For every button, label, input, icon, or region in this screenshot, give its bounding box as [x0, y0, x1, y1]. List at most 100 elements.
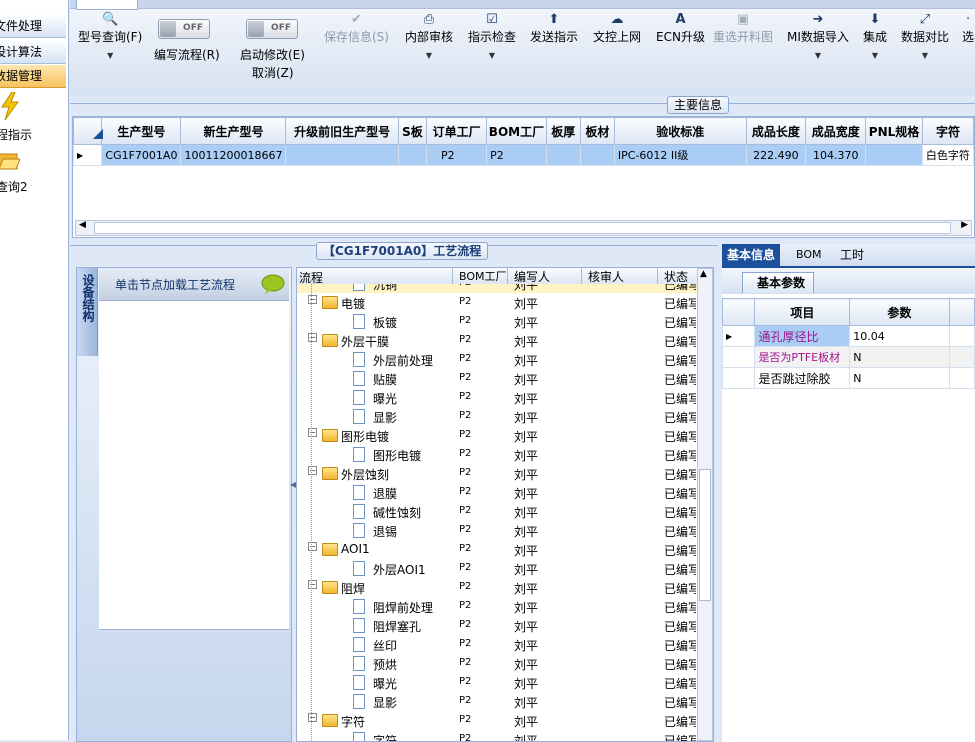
tree-row[interactable]: 图形电镀 P2 刘平 已编写: [297, 445, 697, 464]
tree-row[interactable]: 丝印 P2 刘平 已编写: [297, 635, 697, 654]
tree-vertical-scrollbar[interactable]: ▲: [697, 268, 713, 741]
dropdown-arrow-icon[interactable]: ▼: [787, 51, 849, 60]
param-item[interactable]: 是否为PTFE板材: [754, 346, 851, 368]
collapse-toggle-icon[interactable]: −: [308, 428, 317, 437]
param-item[interactable]: 是否跳过除胶: [754, 367, 851, 389]
dropdown-arrow-icon[interactable]: ▼: [78, 51, 142, 60]
column-header[interactable]: BOM工厂: [452, 268, 507, 284]
column-header[interactable]: 成品宽度: [805, 117, 867, 145]
scrollbar-thumb[interactable]: [699, 469, 711, 601]
table-cell[interactable]: 10011200018667: [180, 144, 287, 166]
table-cell[interactable]: P2: [486, 144, 547, 166]
dropdown-arrow-icon[interactable]: ▼: [468, 51, 516, 60]
reselect-cutting-map-button[interactable]: ▣ 重选开料图: [713, 12, 773, 45]
internal-review-button[interactable]: ⎙ 内部审核 ▼: [405, 12, 453, 60]
row-pointer[interactable]: [721, 367, 756, 389]
column-header[interactable]: 新生产型号: [180, 117, 287, 145]
column-header[interactable]: PNL规格: [865, 117, 923, 145]
table-row[interactable]: ▶ 通孔厚径比 10.04: [721, 325, 975, 347]
column-header[interactable]: 参数: [849, 298, 950, 326]
column-header[interactable]: 板材: [579, 117, 615, 145]
nav-group-design[interactable]: 设计算法: [0, 41, 66, 64]
collapse-toggle-icon[interactable]: −: [308, 713, 317, 722]
tree-row[interactable]: 曝光 P2 刘平 已编写: [297, 673, 697, 692]
integrate-button[interactable]: ⬇ 集成 ▼: [863, 12, 887, 60]
tree-row[interactable]: − 外层干膜 P2 刘平 已编写: [297, 331, 697, 350]
table-cell[interactable]: 104.370: [805, 144, 867, 166]
table-cell[interactable]: P2: [425, 144, 488, 166]
tree-row[interactable]: − 图形电镀 P2 刘平 已编写: [297, 426, 697, 445]
tree-row[interactable]: 显影 P2 刘平 已编写: [297, 407, 697, 426]
row-pointer[interactable]: [721, 346, 756, 368]
start-modify-toggle[interactable]: OFF: [246, 19, 298, 39]
nav-group-file[interactable]: 文件处理: [0, 15, 66, 38]
column-header[interactable]: 状态: [657, 268, 688, 284]
write-flow-toggle[interactable]: OFF: [158, 19, 210, 39]
tree-row[interactable]: − AOI1 P2 刘平 已编写: [297, 540, 697, 559]
dropdown-arrow-icon[interactable]: ▼: [405, 51, 453, 60]
tree-row[interactable]: 碱性蚀刻 P2 刘平 已编写: [297, 502, 697, 521]
tree-row[interactable]: 曝光 P2 刘平 已编写: [297, 388, 697, 407]
collapse-toggle-icon[interactable]: −: [308, 333, 317, 342]
collapse-toggle-icon[interactable]: −: [308, 295, 317, 304]
column-header[interactable]: 订单工厂: [425, 117, 488, 145]
tree-row[interactable]: 外层前处理 P2 刘平 已编写: [297, 350, 697, 369]
subtab-basic-params[interactable]: 基本参数: [742, 272, 815, 293]
scroll-left-icon[interactable]: ◀: [79, 220, 86, 230]
tree-row[interactable]: 贴膜 P2 刘平 已编写: [297, 369, 697, 388]
row-pointer[interactable]: ▶: [73, 144, 103, 166]
tree-row[interactable]: 预烘 P2 刘平 已编写: [297, 654, 697, 673]
column-header[interactable]: 编写人: [507, 268, 550, 284]
table-cell[interactable]: 白色字符: [921, 144, 974, 166]
table-row[interactable]: 是否跳过除胶 N: [721, 367, 975, 389]
data-compare-button[interactable]: ⤢ 数据对比 ▼: [901, 12, 949, 60]
column-header[interactable]: 项目: [754, 298, 851, 326]
tree-row[interactable]: 外层AOI1 P2 刘平 已编写: [297, 559, 697, 578]
table-row[interactable]: 是否为PTFE板材 N: [721, 346, 975, 368]
save-info-button[interactable]: ✔ 保存信息(S): [324, 12, 389, 45]
device-structure-tab[interactable]: 设备结构: [77, 268, 98, 356]
select-button[interactable]: · 选: [962, 12, 974, 45]
column-header[interactable]: 字符: [921, 117, 974, 145]
table-cell[interactable]: [865, 144, 923, 166]
collapse-toggle-icon[interactable]: −: [308, 542, 317, 551]
instruction-check-button[interactable]: ☑ 指示检查 ▼: [468, 12, 516, 60]
scrollbar-thumb[interactable]: [94, 222, 951, 234]
tab-basic-info[interactable]: 基本信息: [722, 244, 781, 266]
tree-row[interactable]: − 电镀 P2 刘平 已编写: [297, 293, 697, 312]
scroll-right-icon[interactable]: ▶: [961, 220, 968, 230]
tab-work-hours[interactable]: 工时: [840, 244, 864, 266]
tree-row[interactable]: 字符P2刘平已编写: [297, 730, 697, 741]
dropdown-arrow-icon[interactable]: ▼: [863, 51, 887, 60]
cancel-label[interactable]: 取消(Z): [252, 64, 294, 81]
tree-row[interactable]: 显影 P2 刘平 已编写: [297, 692, 697, 711]
tree-row[interactable]: 退锡 P2 刘平 已编写: [297, 521, 697, 540]
scroll-up-icon[interactable]: ▲: [700, 269, 707, 279]
column-header[interactable]: 成品长度: [745, 117, 807, 145]
doc-control-online-button[interactable]: ☁ 文控上网: [593, 12, 641, 45]
tree-row[interactable]: 阻焊塞孔 P2 刘平 已编写: [297, 616, 697, 635]
param-item[interactable]: 通孔厚径比: [754, 325, 851, 347]
param-value[interactable]: N: [849, 367, 950, 389]
row-pointer[interactable]: ▶: [721, 325, 756, 347]
tree-row[interactable]: 沉铜 P2 刘平 已编写: [297, 284, 697, 293]
table-cell[interactable]: [579, 144, 615, 166]
send-instruction-button[interactable]: ⬆ 发送指示: [530, 12, 578, 45]
tab-bom[interactable]: BOM: [796, 244, 822, 266]
param-value[interactable]: N: [849, 346, 950, 368]
tree-row[interactable]: − 字符 P2 刘平 已编写: [297, 711, 697, 730]
device-tree-area[interactable]: [99, 301, 289, 630]
column-header[interactable]: 生产型号: [101, 117, 182, 145]
tree-row[interactable]: − 外层蚀刻 P2 刘平 已编写: [297, 464, 697, 483]
ecn-upgrade-button[interactable]: A ECN升级: [656, 12, 705, 45]
tree-row[interactable]: 板镀 P2 刘平 已编写: [297, 312, 697, 331]
table-cell[interactable]: [285, 144, 399, 166]
table-cell[interactable]: CG1F7001A0: [101, 144, 182, 166]
column-header[interactable]: 升级前旧生产型号: [285, 117, 399, 145]
column-header[interactable]: 验收标准: [613, 117, 747, 145]
model-search-button[interactable]: 🔍 型号查询(F) ▼: [78, 12, 142, 60]
tree-row[interactable]: 阻焊前处理 P2 刘平 已编写: [297, 597, 697, 616]
horizontal-scrollbar[interactable]: ◀ ▶: [75, 220, 972, 236]
tree-row[interactable]: 退膜 P2 刘平 已编写: [297, 483, 697, 502]
column-header[interactable]: 核审人: [581, 268, 624, 284]
